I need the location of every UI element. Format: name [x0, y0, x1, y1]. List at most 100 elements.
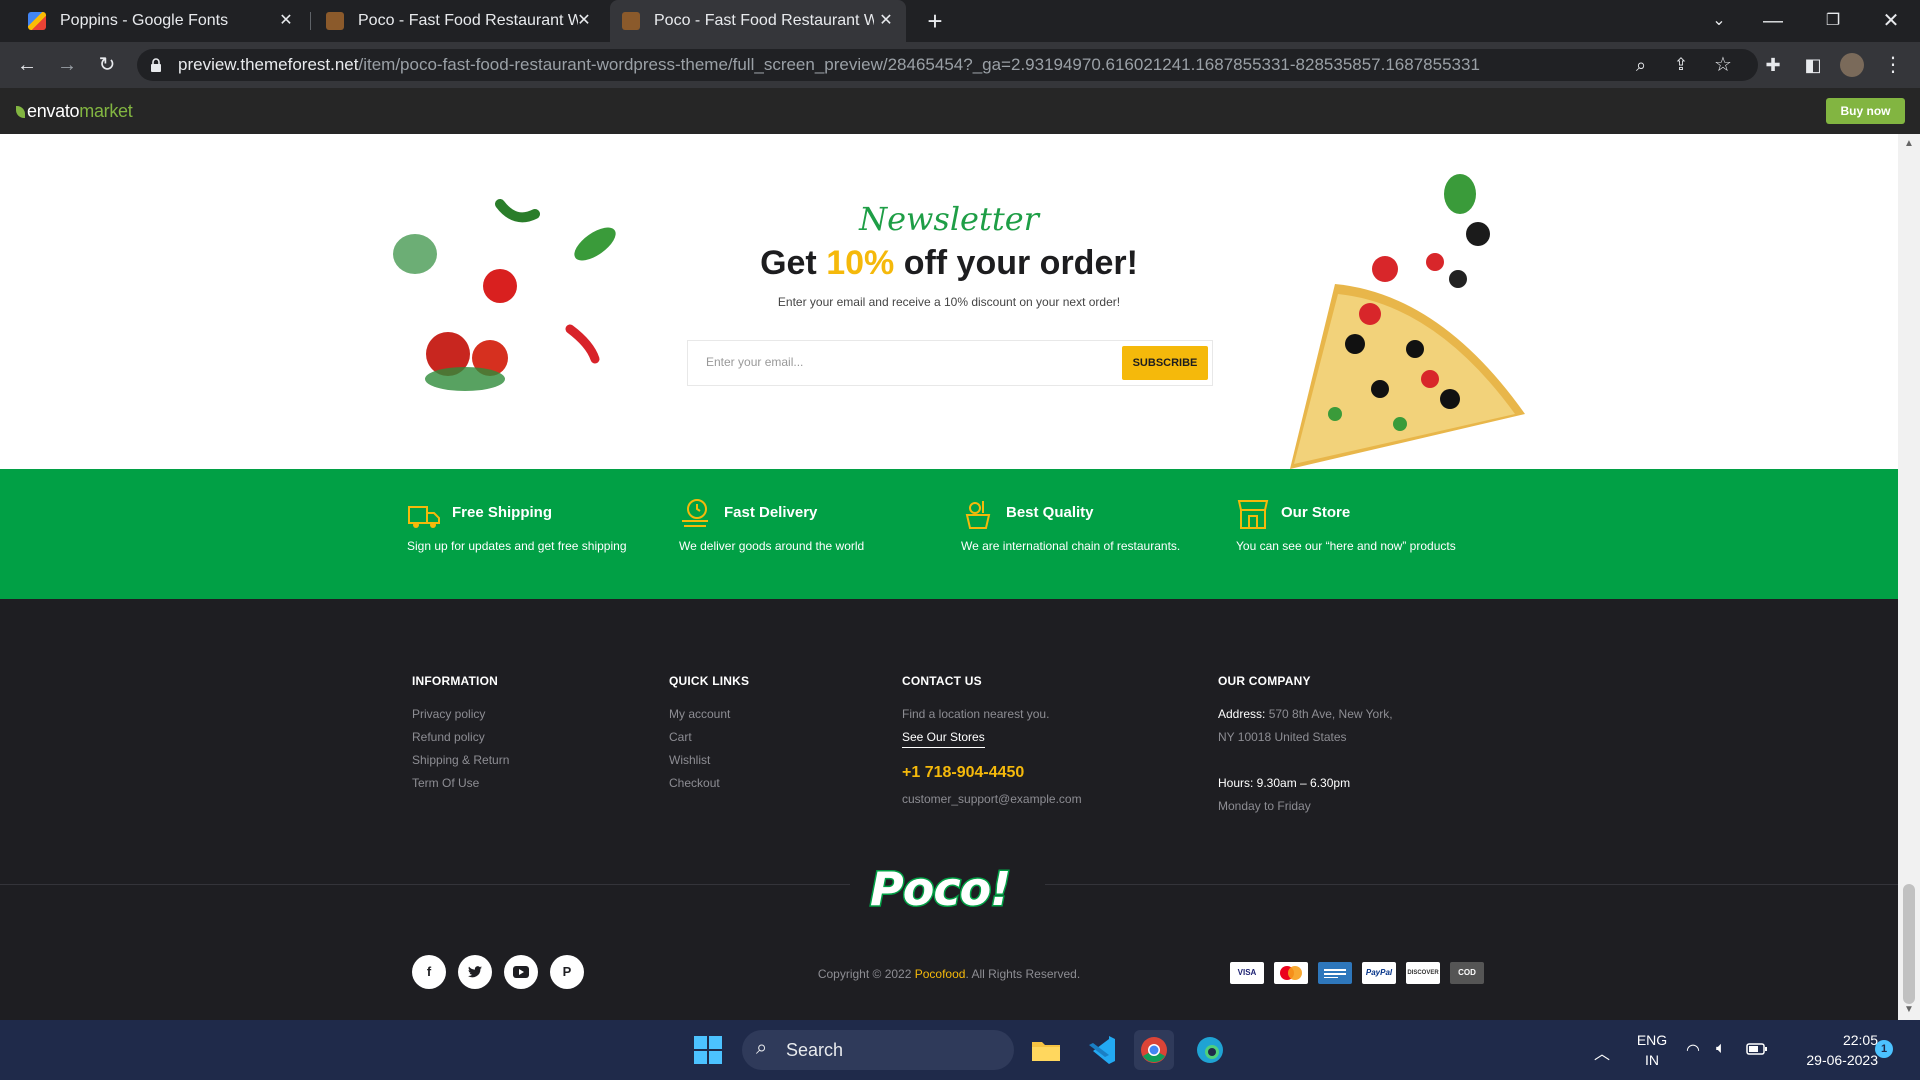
site-footer: INFORMATION Privacy policy Refund policy…	[0, 599, 1898, 1020]
information-heading: INFORMATION	[412, 674, 498, 688]
feature-title: Best Quality	[1006, 504, 1094, 521]
edge-icon[interactable]	[1190, 1030, 1230, 1070]
tab-poco-1[interactable]: Poco - Fast Food Restaurant Wor ✕	[314, 0, 604, 42]
discover-card-icon: DISCOVER	[1406, 962, 1440, 984]
company-address: Address: 570 8th Ave, New York,	[1218, 707, 1393, 721]
footer-link-refund[interactable]: Refund policy	[412, 730, 485, 744]
profile-avatar[interactable]	[1840, 53, 1864, 77]
delivery-clock-icon	[682, 499, 708, 527]
tab-google-fonts[interactable]: Poppins - Google Fonts ✕	[16, 0, 306, 42]
copyright-text: Copyright © 2022 Pocofood. All Rights Re…	[817, 967, 1081, 981]
tab-search-chevron-down-icon[interactable]: ⌄	[1704, 6, 1734, 36]
scroll-down-arrow-icon[interactable]: ▼	[1903, 1004, 1915, 1015]
cod-icon: COD	[1450, 962, 1484, 984]
contact-phone[interactable]: +1 718-904-4450	[902, 764, 1024, 782]
footer-link-account[interactable]: My account	[669, 707, 730, 721]
forward-arrow-icon[interactable]: →	[52, 50, 82, 80]
menu-kebab-icon[interactable]: ⋮	[1878, 50, 1908, 80]
close-tab-icon[interactable]: ✕	[574, 11, 594, 31]
newsletter-form: Enter your email... SUBSCRIBE	[687, 340, 1213, 386]
browser-tab-bar: Poppins - Google Fonts ✕ Poco - Fast Foo…	[0, 0, 1920, 42]
footer-link-wishlist[interactable]: Wishlist	[669, 753, 710, 767]
side-panel-icon[interactable]: ◧	[1798, 50, 1828, 80]
close-tab-icon[interactable]: ✕	[276, 11, 296, 31]
tab-divider	[310, 12, 311, 30]
taskbar-search-label: Search	[786, 1040, 844, 1060]
battery-icon[interactable]	[1746, 1042, 1768, 1061]
feature-desc: We deliver goods around the world	[679, 539, 865, 553]
buy-now-button[interactable]: Buy now	[1826, 98, 1905, 124]
contact-email[interactable]: customer_support@example.com	[902, 792, 1082, 806]
amex-card-icon	[1318, 962, 1352, 984]
newsletter-title: Get 10% off your order!	[760, 244, 1138, 282]
paypal-icon: PayPal	[1362, 962, 1396, 984]
restore-icon[interactable]: ❐	[1818, 6, 1848, 36]
poco-favicon-icon	[622, 12, 640, 30]
back-arrow-icon[interactable]: ←	[12, 50, 42, 80]
vscode-icon[interactable]	[1081, 1030, 1121, 1070]
notification-badge[interactable]: 1	[1875, 1040, 1893, 1058]
show-hidden-icons-chevron-icon[interactable]: ︿	[1594, 1040, 1610, 1064]
wifi-icon[interactable]: ◠	[1686, 1040, 1700, 1060]
quick-links-heading: QUICK LINKS	[669, 674, 750, 688]
see-our-stores-link[interactable]: See Our Stores	[902, 730, 985, 748]
taskbar-search[interactable]: ⌕ Search	[742, 1030, 1014, 1070]
feature-title: Free Shipping	[452, 504, 553, 521]
extensions-icon[interactable]: ✚	[1758, 50, 1788, 80]
company-hours: Hours: 9.30am – 6.30pm	[1218, 776, 1351, 790]
our-company-heading: OUR COMPANY	[1218, 674, 1311, 688]
feature-our-store: Our Store You can see our “here and now”…	[1236, 469, 1506, 599]
chrome-icon[interactable]	[1134, 1030, 1174, 1070]
visa-card-icon: VISA	[1230, 962, 1264, 984]
poco-logo[interactable]: Poco!	[868, 861, 1012, 918]
share-icon[interactable]: ⇪	[1666, 50, 1696, 80]
features-band: Free Shipping Sign up for updates and ge…	[0, 469, 1898, 599]
scrollbar-thumb[interactable]	[1903, 884, 1915, 1004]
close-window-icon[interactable]: ✕	[1876, 6, 1906, 36]
feature-best-quality: Best Quality We are international chain …	[961, 469, 1231, 599]
footer-link-shipping[interactable]: Shipping & Return	[412, 753, 509, 767]
company-address-line-2: NY 10018 United States	[1218, 730, 1347, 744]
footer-link-privacy[interactable]: Privacy policy	[412, 707, 485, 721]
language-indicator[interactable]: ENG IN	[1632, 1030, 1672, 1070]
tab-title: Poco - Fast Food Restaurant Wor	[654, 12, 874, 29]
zoom-icon[interactable]: ⌕	[1626, 50, 1656, 80]
minimize-icon[interactable]: —	[1758, 6, 1788, 36]
scroll-up-arrow-icon[interactable]: ▲	[1903, 138, 1915, 149]
close-tab-icon[interactable]: ✕	[876, 11, 896, 31]
newsletter-subtitle: Enter your email and receive a 10% disco…	[777, 295, 1121, 309]
email-input[interactable]: Enter your email...	[706, 355, 803, 369]
url-text[interactable]: preview.themeforest.net/item/poco-fast-f…	[178, 55, 1480, 75]
feature-free-shipping: Free Shipping Sign up for updates and ge…	[407, 469, 677, 599]
newsletter-script-heading: Newsletter	[859, 200, 1039, 238]
lock-icon[interactable]	[150, 58, 162, 72]
envato-leaf-icon	[16, 106, 25, 118]
reload-icon[interactable]: ↻	[92, 50, 122, 80]
contact-heading: CONTACT US	[902, 674, 982, 688]
new-tab-icon[interactable]: +	[920, 6, 950, 36]
bookmark-star-icon[interactable]: ☆	[1708, 50, 1738, 80]
windows-start-icon[interactable]	[693, 1035, 723, 1070]
store-icon	[1237, 500, 1269, 529]
shipping-truck-icon	[408, 506, 440, 528]
footer-link-cart[interactable]: Cart	[669, 730, 692, 744]
footer-link-terms[interactable]: Term Of Use	[412, 776, 479, 790]
taskbar-clock[interactable]: 22:05 29-06-2023	[1778, 1030, 1878, 1070]
company-days: Monday to Friday	[1218, 799, 1311, 813]
feature-desc: You can see our “here and now” products	[1236, 539, 1456, 553]
poco-favicon-icon	[326, 12, 344, 30]
footer-divider	[1045, 884, 1898, 885]
file-explorer-icon[interactable]	[1026, 1030, 1066, 1070]
feature-title: Fast Delivery	[724, 504, 818, 521]
footer-divider	[0, 884, 850, 885]
tab-title: Poppins - Google Fonts	[60, 12, 229, 29]
envato-market-logo[interactable]: envatomarket	[16, 101, 133, 122]
feature-desc: Sign up for updates and get free shippin…	[407, 539, 627, 553]
tab-poco-active[interactable]: Poco - Fast Food Restaurant Wor ✕	[610, 0, 906, 42]
contact-text: Find a location nearest you.	[902, 707, 1050, 721]
volume-icon[interactable]: 🔈︎	[1716, 1040, 1726, 1058]
footer-link-checkout[interactable]: Checkout	[669, 776, 720, 790]
mastercard-icon	[1274, 962, 1308, 984]
subscribe-button[interactable]: SUBSCRIBE	[1122, 346, 1208, 380]
feature-fast-delivery: Fast Delivery We deliver goods around th…	[679, 469, 949, 599]
